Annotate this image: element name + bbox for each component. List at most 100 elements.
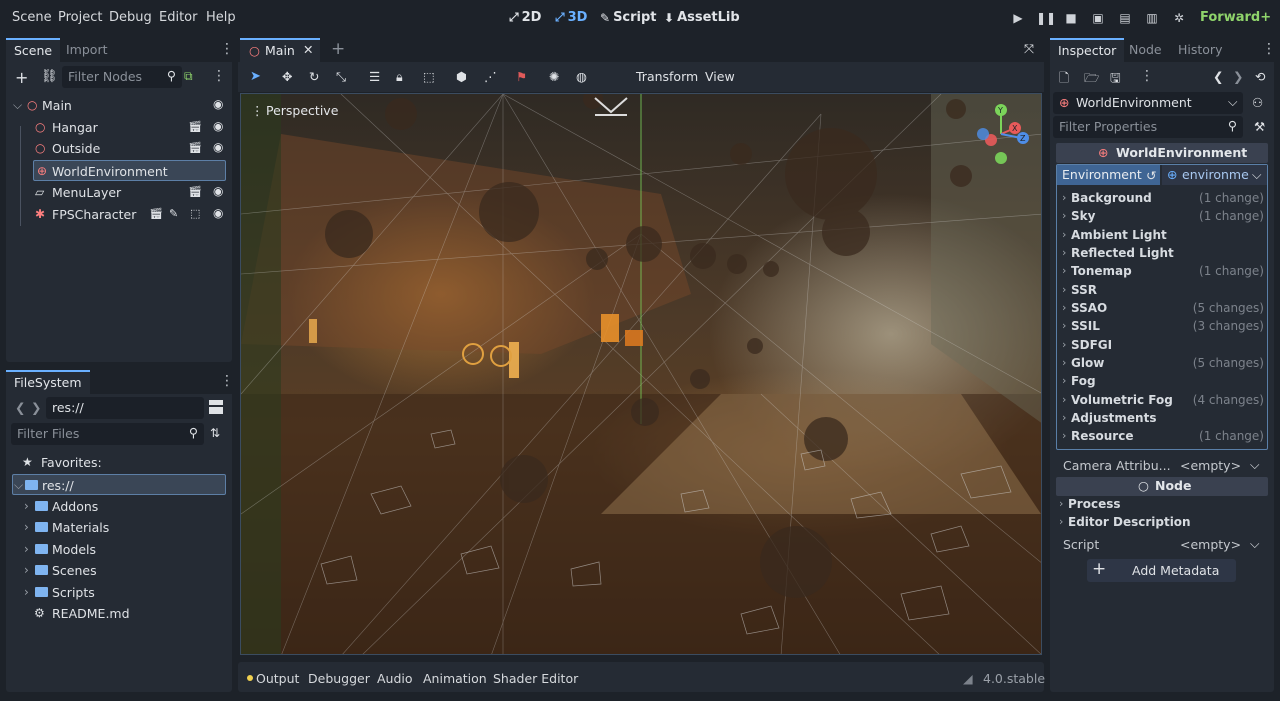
group-icon[interactable]: ⬚	[190, 207, 200, 220]
list-select-icon[interactable]: ☰	[369, 69, 380, 84]
chevron-right-icon[interactable]: ›	[24, 585, 29, 599]
section-glow[interactable]: › Glow (5 changes)	[1060, 355, 1266, 373]
section-tonemap[interactable]: › Tonemap (1 change)	[1060, 263, 1266, 281]
rotate-mode-icon[interactable]: ↻	[309, 69, 319, 84]
section-editor-description[interactable]: › Editor Description	[1057, 514, 1263, 532]
section-ssao[interactable]: › SSAO (5 changes)	[1060, 300, 1266, 318]
tree-node-hangar[interactable]: ○ Hangar 🎬︎ ◉	[12, 117, 226, 138]
folder-res-root[interactable]: ⌵ res://	[12, 474, 226, 495]
transform-menu[interactable]: Transform	[636, 69, 698, 84]
back-arrow-icon[interactable]: ❮	[15, 400, 25, 415]
tree-node-outside[interactable]: ○ Outside 🎬︎ ◉	[12, 138, 226, 159]
close-icon[interactable]: ✕	[303, 42, 313, 57]
chevron-right-icon[interactable]: ›	[24, 542, 29, 556]
menu-scene[interactable]: Scene	[12, 10, 52, 25]
workspace-2d-button[interactable]: ⤢ 2D	[509, 10, 541, 25]
play-scene-icon[interactable]: ▤	[1116, 9, 1134, 27]
visibility-eye-icon[interactable]: ◉	[213, 119, 223, 133]
remote-debug-icon[interactable]: ▣	[1089, 9, 1107, 27]
inspector-settings-icon[interactable]: ⚒	[1254, 119, 1265, 134]
section-ssr[interactable]: › SSR	[1060, 282, 1266, 300]
tree-node-main[interactable]: ⌵ ○ Main ◉	[12, 95, 226, 116]
sort-icon[interactable]: ⇅	[210, 426, 220, 440]
path-input[interactable]: res://	[46, 397, 204, 419]
bottom-tab-output[interactable]: Output	[256, 671, 299, 686]
tab-import[interactable]: Import	[58, 38, 116, 62]
section-reflected-light[interactable]: › Reflected Light	[1060, 245, 1266, 263]
chevron-down-icon[interactable]: ⌵	[13, 98, 22, 113]
view-menu[interactable]: View	[705, 69, 735, 84]
scene-tab-main[interactable]: ○ Main ✕	[240, 38, 320, 62]
section-fog[interactable]: › Fog	[1060, 373, 1266, 391]
menu-debug[interactable]: Debug	[109, 10, 152, 25]
tab-node[interactable]: Node	[1121, 38, 1170, 62]
open-scene-clapper-icon[interactable]: 🎬︎	[188, 185, 202, 198]
menu-help[interactable]: Help	[206, 10, 236, 25]
kebab-icon[interactable]: ⋮	[1262, 41, 1276, 57]
play-custom-scene-icon[interactable]: ▥	[1143, 9, 1161, 27]
visibility-eye-icon[interactable]: ◉	[213, 97, 223, 111]
tab-history[interactable]: History	[1170, 38, 1230, 62]
view-gizmo[interactable]: Y X Z	[971, 102, 1035, 166]
bottom-tab-audio[interactable]: Audio	[377, 671, 413, 686]
pause-icon[interactable]: ❚❚	[1036, 9, 1056, 27]
sun-preview-icon[interactable]: ✺	[549, 69, 559, 84]
gizmo-neg-z[interactable]	[977, 128, 989, 140]
history-forward-icon[interactable]: ❯	[1233, 69, 1243, 84]
resource-options-icon[interactable]: ⋮	[1140, 68, 1154, 84]
filter-nodes-input[interactable]: Filter Nodes ⚲	[62, 66, 182, 88]
favorites-row[interactable]: ★ Favorites:	[12, 452, 226, 473]
kebab-icon[interactable]: ⋮	[220, 373, 234, 389]
tree-node-menulayer[interactable]: ▱ MenuLayer 🎬︎ ◉	[12, 182, 226, 203]
visibility-eye-icon[interactable]: ◉	[213, 206, 223, 220]
filter-properties-input[interactable]: Filter Properties ⚲	[1053, 116, 1243, 138]
save-icon[interactable]: 🖫︎	[1110, 69, 1121, 90]
open-folder-icon[interactable]: 🗁︎	[1084, 69, 1100, 90]
chevron-right-icon[interactable]: ›	[24, 499, 29, 513]
tree-node-worldenvironment[interactable]: ⊕ WorldEnvironment	[33, 160, 226, 181]
menu-editor[interactable]: Editor	[159, 10, 197, 25]
tab-inspector[interactable]: Inspector	[1050, 38, 1125, 62]
folder-materials[interactable]: › Materials	[12, 517, 226, 538]
object-properties-icon[interactable]: ⚇	[1252, 95, 1263, 110]
lock-icon[interactable]: 🔒︎	[396, 69, 403, 85]
new-scene-tab-icon[interactable]: +	[331, 39, 345, 59]
revert-icon[interactable]: ↺	[1146, 168, 1156, 183]
section-process[interactable]: › Process	[1057, 496, 1263, 514]
open-scene-clapper-icon[interactable]: 🎬︎	[149, 207, 163, 220]
tab-scene[interactable]: Scene	[6, 38, 61, 62]
camera-preview-icon[interactable]: ⚑	[516, 69, 527, 84]
renderer-selector[interactable]: Forward+	[1200, 10, 1271, 25]
play-icon[interactable]: ▶	[1009, 9, 1027, 27]
visibility-eye-icon[interactable]: ◉	[213, 140, 223, 154]
tree-node-fpscharacter[interactable]: ✱ FPSCharacter 🎬︎ ✎ ⬚ ◉	[12, 204, 226, 225]
group-icon[interactable]: ⬚	[423, 69, 435, 84]
visibility-eye-icon[interactable]: ◉	[213, 184, 223, 198]
environment-resource-picker[interactable]: ⊕ environme ⌵	[1162, 165, 1267, 185]
filter-files-input[interactable]: Filter Files ⚲	[11, 423, 204, 445]
section-volumetric-fog[interactable]: › Volumetric Fog (4 changes)	[1060, 392, 1266, 410]
add-metadata-button[interactable]: + Add Metadata	[1087, 559, 1236, 582]
folder-scripts[interactable]: › Scripts	[12, 582, 226, 603]
section-sky[interactable]: › Sky (1 change)	[1060, 208, 1266, 226]
gizmo-neg-y[interactable]	[995, 152, 1007, 164]
workspace-assetlib-button[interactable]: ⬇ AssetLib	[664, 10, 740, 25]
section-resource[interactable]: › Resource (1 change)	[1060, 428, 1266, 446]
menu-project[interactable]: Project	[58, 10, 102, 25]
move-mode-icon[interactable]: ✥	[282, 69, 292, 84]
file-readme[interactable]: ⚙ README.md	[12, 603, 226, 624]
section-background[interactable]: › Background (1 change)	[1060, 190, 1266, 208]
workspace-3d-button[interactable]: ⤢ 3D	[555, 10, 587, 25]
section-adjustments[interactable]: › Adjustments	[1060, 410, 1266, 428]
folder-models[interactable]: › Models	[12, 539, 226, 560]
chevron-right-icon[interactable]: ›	[24, 520, 29, 534]
viewport-kebab-icon[interactable]: ⋮	[251, 103, 264, 118]
chevron-right-icon[interactable]: ›	[24, 563, 29, 577]
3d-viewport[interactable]: ⋮ Perspective Y X Z	[240, 93, 1042, 655]
add-node-icon[interactable]: +	[15, 68, 28, 87]
snap-icon[interactable]: ⋰	[484, 69, 497, 84]
perspective-menu[interactable]: Perspective	[266, 103, 338, 118]
section-ssil[interactable]: › SSIL (3 changes)	[1060, 318, 1266, 336]
local-space-icon[interactable]: ⬢	[456, 69, 467, 84]
select-mode-icon[interactable]: ➤	[250, 69, 261, 84]
